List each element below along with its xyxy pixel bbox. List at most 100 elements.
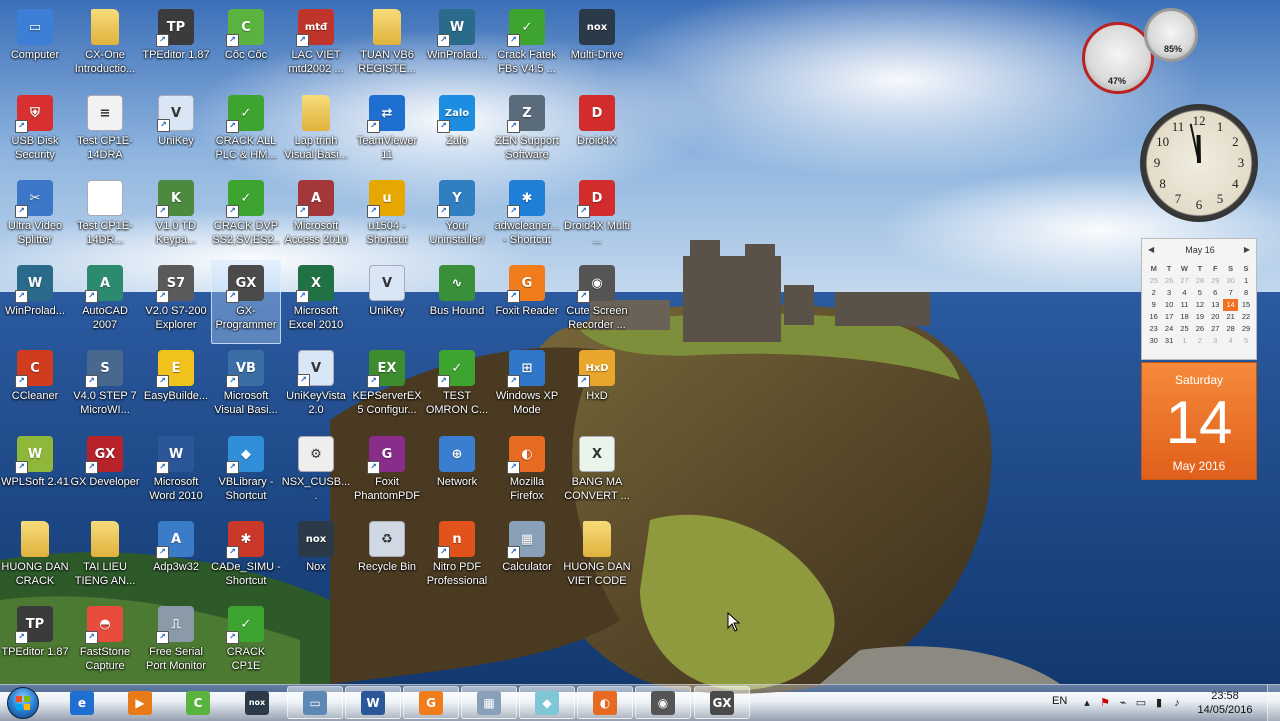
volume-icon[interactable]: ♪ <box>1170 696 1184 710</box>
calendar-day-cell[interactable]: 2 <box>1192 335 1207 347</box>
calendar-day-cell[interactable]: 5 <box>1238 335 1253 347</box>
calendar-day-cell[interactable]: 17 <box>1161 311 1176 323</box>
desktop-icon-ultravideo[interactable]: ✂ ↗ Ultra Video Splitter <box>0 175 70 259</box>
calendar-day-cell[interactable]: 25 <box>1177 323 1192 335</box>
calendar-next-arrow-icon[interactable]: ▶ <box>1244 245 1250 254</box>
desktop-icon-v20s7[interactable]: S7 ↗ V2.0 S7-200 Explorer <box>141 260 211 344</box>
desktop-icon-freeserial[interactable]: ⎍ ↗ Free Serial Port Monitor <box>141 601 211 685</box>
desktop-icon-multidrive[interactable]: nox Multi-Drive <box>562 4 632 88</box>
calendar-day-cell[interactable]: 16 <box>1146 311 1161 323</box>
taskbar-button-nox[interactable]: nox <box>229 686 285 719</box>
desktop-icon-testomron[interactable]: ✓ ↗ TEST OMRON C... <box>422 345 492 429</box>
desktop-icon-crackall[interactable]: ✓ ↗ CRACK ALL PLC & HM... <box>211 90 281 174</box>
action-center-flag-icon[interactable]: ⚑ <box>1098 696 1112 710</box>
desktop-icon-winxpmode[interactable]: ⊞ ↗ Windows XP Mode <box>492 345 562 429</box>
calendar-day-cell[interactable]: 19 <box>1192 311 1207 323</box>
desktop-icon-test2[interactable]: Test CP1E-14DR... <box>70 175 140 259</box>
desktop-icon-test1[interactable]: ≡ Test CP1E-14DRA <box>70 90 140 174</box>
desktop-icon-faststone[interactable]: ◓ ↗ FastStone Capture <box>70 601 140 685</box>
cpu-meter-gadget[interactable]: 47% 85% <box>1082 8 1200 94</box>
desktop-icon-recyclebin[interactable]: ♻ Recycle Bin <box>352 516 422 600</box>
desktop-icon-foxitreader[interactable]: G ↗ Foxit Reader <box>492 260 562 344</box>
calendar-day-cell[interactable]: 7 <box>1223 287 1238 299</box>
show-hidden-icons-icon[interactable]: ▴ <box>1080 696 1094 710</box>
desktop-icon-tpeditor2[interactable]: TP ↗ TPEditor 1.87 <box>0 601 70 685</box>
desktop-icon-teamviewer[interactable]: ⇄ ↗ TeamViewer 11 <box>352 90 422 174</box>
desktop-icon-gxprog[interactable]: GX ↗ GX-Programmer <box>211 260 281 344</box>
desktop-icon-word2010[interactable]: W ↗ Microsoft Word 2010 <box>141 431 211 515</box>
taskbar-button-coccoc[interactable]: C <box>170 686 226 719</box>
calendar-day-cell[interactable]: 30 <box>1146 335 1161 347</box>
usb-device-icon[interactable]: ⌁ <box>1116 696 1130 710</box>
desktop-icon-tpeditor[interactable]: TP ↗ TPEditor 1.87 <box>141 4 211 88</box>
calendar-day-cell[interactable]: 24 <box>1161 323 1176 335</box>
taskbar-button-firefox[interactable]: ◐ <box>577 686 633 719</box>
network-signal-icon[interactable]: ▮ <box>1152 696 1166 710</box>
desktop-icon-lacviet[interactable]: mtđ ↗ LAC VIET mtd2002 ... <box>281 4 351 88</box>
desktop-icon-adwcleaner[interactable]: ✱ ↗ adwcleaner... - Shortcut <box>492 175 562 259</box>
calendar-day-cell[interactable]: 8 <box>1238 287 1253 299</box>
clock-gadget[interactable]: 1 2 3 4 5 6 7 8 9 10 11 12 <box>1140 104 1258 222</box>
desktop-icon-excel[interactable]: X ↗ Microsoft Excel 2010 <box>281 260 351 344</box>
calendar-day-cell[interactable]: 21 <box>1223 311 1238 323</box>
start-button[interactable] <box>3 686 43 720</box>
desktop-icon-droid4x[interactable]: D Droid4X <box>562 90 632 174</box>
calendar-day-cell[interactable]: 28 <box>1223 323 1238 335</box>
calendar-day-cell[interactable]: 11 <box>1177 299 1192 311</box>
desktop-icon-computer[interactable]: ▭ Computer <box>0 4 70 88</box>
calendar-day-cell[interactable]: 9 <box>1146 299 1161 311</box>
calendar-day-cell[interactable]: 26 <box>1161 275 1176 287</box>
desktop-icon-autocad[interactable]: A ↗ AutoCAD 2007 <box>70 260 140 344</box>
calendar-day-cell[interactable]: 5 <box>1192 287 1207 299</box>
calendar-day-cell[interactable]: 4 <box>1177 287 1192 299</box>
taskbar-button-film-reel[interactable]: ◉ <box>635 686 691 719</box>
desktop-icon-u1504[interactable]: u ↗ u1504 - Shortcut <box>352 175 422 259</box>
desktop-icon-adp3w32[interactable]: A ↗ Adp3w32 <box>141 516 211 600</box>
desktop-icon-bushound[interactable]: ∿ Bus Hound <box>422 260 492 344</box>
desktop-icon-winprolad2[interactable]: W ↗ WinProlad... <box>0 260 70 344</box>
desktop-icon-crackdvp[interactable]: ✓↗CRACK DVP SS2,SV,ES2... <box>211 175 281 259</box>
desktop-icon-nox[interactable]: nox Nox <box>281 516 351 600</box>
desktop-icon-access[interactable]: A ↗ Microsoft Access 2010 <box>281 175 351 259</box>
desktop[interactable]: ▭ Computer CX-One Introductio... TP ↗ TPEdito… <box>0 0 1280 684</box>
calendar-day-cell[interactable]: 3 <box>1208 335 1223 347</box>
calendar-day-cell[interactable]: 27 <box>1177 275 1192 287</box>
calendar-gadget[interactable]: ◀ May 16 ▶ M T W T F S S 25 26 27 28 29 30 1 2 3 4 5 6 7 8 9 1… <box>1141 238 1257 480</box>
calendar-day-cell[interactable]: 31 <box>1161 335 1176 347</box>
calendar-day-cell[interactable]: 28 <box>1192 275 1207 287</box>
desktop-icon-cx-one[interactable]: CX-One Introductio... <box>70 4 140 88</box>
calendar-day-cell[interactable]: 15 <box>1238 299 1253 311</box>
taskbar-button-foxit-reader[interactable]: G <box>403 686 459 719</box>
language-indicator[interactable]: EN <box>1052 695 1067 707</box>
tray-clock[interactable]: 23:58 14/05/2016 <box>1190 689 1260 717</box>
taskbar-button-media-player[interactable]: ▶ <box>112 686 168 719</box>
calendar-day-cell[interactable]: 4 <box>1223 335 1238 347</box>
calendar-day-cell[interactable]: 22 <box>1238 311 1253 323</box>
calendar-day-cell[interactable]: 18 <box>1177 311 1192 323</box>
desktop-icon-laptrinh[interactable]: Lap trinh Visual Basi... <box>281 90 351 174</box>
desktop-icon-unikey1[interactable]: V ↗ UniKey <box>141 90 211 174</box>
desktop-icon-droid4xmulti[interactable]: D ↗ Droid4X Multi ... <box>562 175 632 259</box>
desktop-icon-unikeyvista[interactable]: V ↗ UniKeyVista 2.0 <box>281 345 351 429</box>
desktop-icon-crackcp1e[interactable]: ✓ ↗ CRACK CP1E <box>211 601 281 685</box>
calendar-day-cell[interactable]: 23 <box>1146 323 1161 335</box>
calendar-day-cell[interactable]: 10 <box>1161 299 1176 311</box>
desktop-icon-easybuilder[interactable]: E ↗ EasyBuilde... <box>141 345 211 429</box>
taskbar-button-notes[interactable]: ◆ <box>519 686 575 719</box>
desktop-icon-firefox[interactable]: ◐ ↗ Mozilla Firefox <box>492 431 562 515</box>
desktop-icon-hxd[interactable]: HxD ↗ HxD <box>562 345 632 429</box>
desktop-icon-vblibrary[interactable]: ◆ ↗ VBLibrary - Shortcut <box>211 431 281 515</box>
calendar-day-cell[interactable]: 29 <box>1238 323 1253 335</box>
calendar-day-cell[interactable]: 1 <box>1177 335 1192 347</box>
desktop-icon-cadesimu[interactable]: ✱ ↗ CADe_SIMU - Shortcut <box>211 516 281 600</box>
desktop-icon-v10td[interactable]: K ↗ V1.0 TD Keypa... <box>141 175 211 259</box>
desktop-icon-nsxcusb[interactable]: ⚙ NSX_CUSB.... <box>281 431 351 515</box>
calendar-day-cell[interactable]: 14 <box>1222 299 1239 311</box>
desktop-icon-tuanvb6[interactable]: TUAN VB6 REGISTE... <box>352 4 422 88</box>
calendar-day-cell[interactable]: 12 <box>1192 299 1207 311</box>
desktop-icon-zalo[interactable]: Zalo ↗ Zalo <box>422 90 492 174</box>
calendar-day-cell[interactable]: 26 <box>1192 323 1207 335</box>
calendar-day-cell[interactable]: 30 <box>1223 275 1238 287</box>
desktop-icon-youruninstaller[interactable]: Y ↗ Your Uninstaller! <box>422 175 492 259</box>
taskbar-button-word[interactable]: W <box>345 686 401 719</box>
